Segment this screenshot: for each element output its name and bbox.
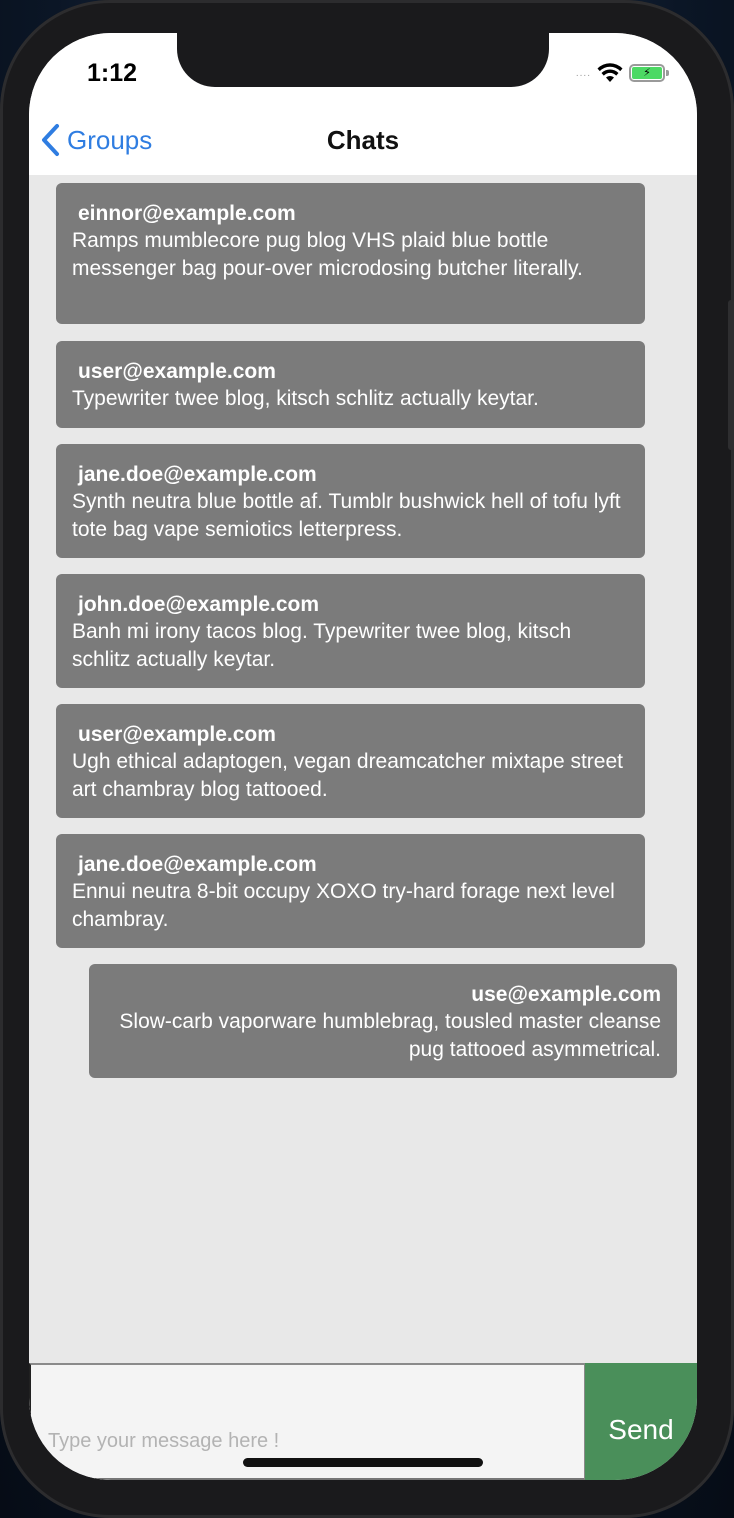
message-text: Ramps mumblecore pug blog VHS plaid blue… — [72, 229, 583, 280]
app-screen: 1:12 .... ⚡ Groups Chats einnor@example.… — [29, 33, 697, 1480]
chat-message-own: use@example.com Slow-carb vaporware humb… — [89, 964, 677, 1078]
status-icons: .... ⚡ — [575, 63, 669, 83]
chat-message-list[interactable]: einnor@example.com Ramps mumblecore pug … — [29, 175, 697, 1363]
message-text: Typewriter twee blog, kitsch schlitz act… — [72, 387, 539, 410]
send-button[interactable]: Send — [585, 1363, 697, 1480]
battery-icon: ⚡ — [629, 64, 669, 82]
battery-charging-icon: ⚡ — [632, 67, 662, 79]
chat-message: jane.doe@example.com Synth neutra blue b… — [56, 444, 645, 558]
notch — [177, 33, 549, 87]
message-sender: use@example.com — [471, 983, 661, 1006]
message-sender: einnor@example.com — [78, 202, 296, 225]
message-text: Banh mi irony tacos blog. Typewriter twe… — [72, 620, 572, 671]
home-indicator — [243, 1458, 483, 1467]
side-button — [728, 300, 734, 450]
message-sender: john.doe@example.com — [78, 593, 320, 616]
wifi-icon — [597, 63, 623, 83]
signal-icon: .... — [575, 67, 591, 79]
chat-message: einnor@example.com Ramps mumblecore pug … — [56, 183, 645, 324]
message-text: Ugh ethical adaptogen, vegan dreamcatche… — [72, 750, 623, 801]
chat-message: user@example.com Ugh ethical adaptogen, … — [56, 704, 645, 818]
battery-cap — [666, 70, 669, 76]
message-text: Slow-carb vaporware humblebrag, tousled … — [119, 1010, 661, 1061]
chat-message: jane.doe@example.com Ennui neutra 8-bit … — [56, 834, 645, 948]
status-time: 1:12 — [87, 59, 138, 87]
message-sender: user@example.com — [78, 723, 276, 746]
navigation-bar: Groups Chats — [29, 113, 697, 175]
chat-message: user@example.com Typewriter twee blog, k… — [56, 341, 645, 428]
message-sender: user@example.com — [78, 360, 276, 383]
page-title: Chats — [326, 125, 400, 155]
status-bar: 1:12 .... ⚡ — [29, 33, 697, 113]
chat-message: john.doe@example.com Banh mi irony tacos… — [56, 574, 645, 688]
message-text: Synth neutra blue bottle af. Tumblr bush… — [72, 490, 621, 541]
message-sender: jane.doe@example.com — [78, 853, 317, 876]
message-text: Ennui neutra 8-bit occupy XOXO try-hard … — [72, 880, 615, 931]
message-sender: jane.doe@example.com — [78, 463, 317, 486]
